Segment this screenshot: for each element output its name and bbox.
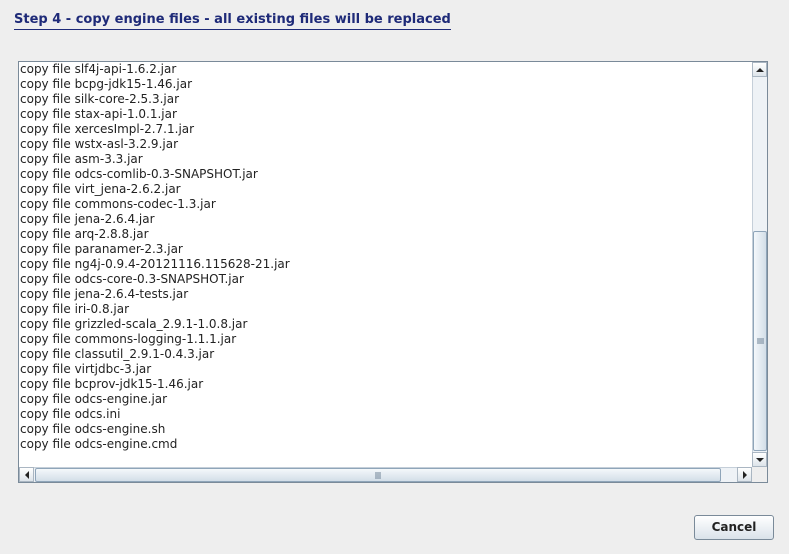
log-scroll-pane[interactable]: copy file slf4j-api-1.6.2.jar copy file b…	[18, 61, 768, 483]
log-line: copy file jena-2.6.4.jar	[20, 212, 155, 226]
log-viewport: copy file slf4j-api-1.6.2.jar copy file b…	[19, 62, 752, 467]
log-line: copy file iri-0.8.jar	[20, 302, 130, 316]
log-line: copy file commons-logging-1.1.1.jar	[20, 332, 237, 346]
log-line: copy file xercesImpl-2.7.1.jar	[20, 122, 195, 136]
scroll-left-button[interactable]	[19, 467, 34, 482]
vertical-scroll-thumb[interactable]	[753, 231, 767, 451]
log-line: copy file grizzled-scala_2.9.1-1.0.8.jar	[20, 317, 248, 331]
log-line: copy file odcs.ini	[20, 407, 121, 421]
log-line: copy file ng4j-0.9.4-20121116.115628-21.…	[20, 257, 290, 271]
log-line: copy file slf4j-api-1.6.2.jar	[20, 62, 177, 76]
log-line: copy file virt_jena-2.6.2.jar	[20, 182, 181, 196]
log-line: copy file bcprov-jdk15-1.46.jar	[20, 377, 204, 391]
log-line: copy file odcs-core-0.3-SNAPSHOT.jar	[20, 272, 244, 286]
grip-icon	[757, 338, 764, 344]
grip-icon	[375, 472, 381, 479]
scroll-up-button[interactable]	[752, 62, 767, 77]
log-line: copy file bcpg-jdk15-1.46.jar	[20, 77, 192, 91]
step-title: Step 4 - copy engine files - all existin…	[14, 12, 451, 30]
log-line: copy file odcs-engine.cmd	[20, 437, 178, 451]
cancel-button[interactable]: Cancel	[694, 515, 774, 540]
log-line: copy file jena-2.6.4-tests.jar	[20, 287, 189, 301]
horizontal-scrollbar[interactable]	[19, 467, 752, 482]
vertical-scrollbar[interactable]	[752, 62, 767, 467]
log-line: copy file wstx-asl-3.2.9.jar	[20, 137, 179, 151]
log-line: copy file asm-3.3.jar	[20, 152, 143, 166]
horizontal-scroll-thumb[interactable]	[35, 468, 721, 482]
arrow-down-icon	[756, 458, 764, 462]
log-line: copy file odcs-engine.jar	[20, 392, 168, 406]
scrollbar-corner	[752, 467, 767, 482]
log-line: copy file virtjdbc-3.jar	[20, 362, 152, 376]
log-line: copy file paranamer-2.3.jar	[20, 242, 183, 256]
scroll-right-button[interactable]	[737, 467, 752, 482]
log-line: copy file silk-core-2.5.3.jar	[20, 92, 180, 106]
arrow-up-icon	[756, 68, 764, 72]
log-line: copy file arq-2.8.8.jar	[20, 227, 149, 241]
log-list: copy file slf4j-api-1.6.2.jar copy file b…	[20, 62, 290, 452]
arrow-left-icon	[25, 471, 29, 479]
log-line: copy file odcs-engine.sh	[20, 422, 166, 436]
scroll-down-button[interactable]	[752, 452, 767, 467]
log-line: copy file stax-api-1.0.1.jar	[20, 107, 177, 121]
log-line: copy file commons-codec-1.3.jar	[20, 197, 216, 211]
log-line: copy file classutil_2.9.1-0.4.3.jar	[20, 347, 215, 361]
arrow-right-icon	[743, 471, 747, 479]
log-line: copy file odcs-comlib-0.3-SNAPSHOT.jar	[20, 167, 258, 181]
